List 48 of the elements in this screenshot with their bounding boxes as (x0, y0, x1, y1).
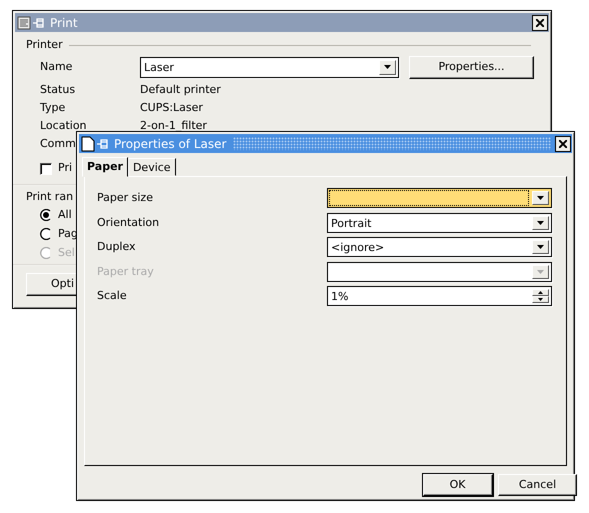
dropdown-field[interactable] (327, 188, 552, 208)
properties-button[interactable]: Properties... (409, 56, 534, 78)
dropdown-field[interactable]: Portrait (327, 212, 552, 233)
dropdown-field[interactable]: <ignore> (327, 237, 552, 258)
window-title: Properties of Laser (113, 136, 228, 152)
field-label: Orientation (97, 214, 160, 230)
group-label: Printer (26, 36, 63, 53)
info-label: Comm (40, 136, 76, 150)
up-arrow-icon (538, 291, 543, 294)
radio-label: Sel (58, 244, 75, 261)
printer-document-icon (17, 16, 31, 30)
info-value: CUPS:Laser (140, 100, 203, 116)
down-arrow-icon (538, 298, 543, 302)
field-label: Name (40, 58, 74, 75)
dropdown-arrow-icon (537, 220, 544, 225)
close-icon (559, 140, 567, 148)
spin-field[interactable]: 1% (327, 286, 552, 306)
dropdown-arrow-icon (537, 245, 544, 250)
group-label: Print ran (26, 190, 74, 203)
checkbox-label: Pri (58, 160, 72, 176)
tab[interactable]: Device (128, 158, 176, 176)
close-icon (536, 18, 544, 26)
close-button[interactable] (532, 14, 548, 30)
dropdown-arrow-icon (537, 270, 544, 274)
dropdown-arrow-icon (537, 196, 544, 200)
close-button[interactable] (555, 136, 571, 152)
checkbox[interactable] (40, 162, 52, 174)
tab[interactable]: Paper (82, 157, 128, 177)
field-label: Duplex (97, 239, 137, 255)
dialog-button[interactable]: OK (422, 474, 492, 496)
radio-label: All (58, 206, 72, 223)
field-label: Paper tray (97, 264, 155, 280)
dialog-button[interactable]: Cancel (498, 474, 577, 496)
info-value: 2-on-1_filter (140, 118, 207, 134)
field-label: Paper size (97, 190, 154, 206)
info-value: Default printer (140, 82, 221, 98)
radio-button[interactable] (40, 209, 52, 221)
info-label: Type (40, 100, 66, 114)
dropdown-arrow-icon (384, 65, 391, 69)
printer-combo[interactable]: Laser (140, 56, 399, 78)
info-label: Status (40, 82, 76, 96)
page-icon (81, 136, 95, 152)
pin-icon (33, 16, 45, 28)
field-label: Scale (97, 288, 128, 304)
info-label: Location (40, 118, 87, 132)
window-title: Print (49, 14, 79, 32)
pin-icon (97, 138, 109, 150)
radio-button[interactable] (40, 228, 52, 240)
